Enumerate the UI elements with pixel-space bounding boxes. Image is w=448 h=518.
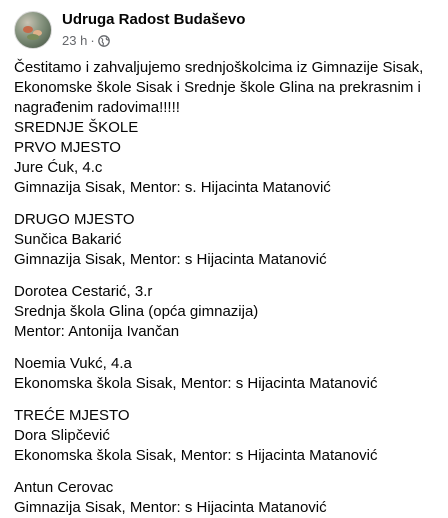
result-block: SREDNJE ŠKOLE PRVO MJESTO Jure Ćuk, 4.c … xyxy=(14,118,434,198)
post-body: Čestitamo i zahvaljujemo srednjoškolcima… xyxy=(14,58,434,518)
facebook-post: Udruga Radost Budaševo 23 h · Čestitamo … xyxy=(0,0,448,516)
student-name: Sunčica Bakarić xyxy=(14,231,122,248)
result-block: Noemia Vukć, 4.a Ekonomska škola Sisak, … xyxy=(14,354,434,394)
place-heading: DRUGO MJESTO xyxy=(14,211,135,228)
student-name: Jure Ćuk, 4.c xyxy=(14,159,103,176)
student-name: Noemia Vukć, 4.a xyxy=(14,355,132,372)
result-block: DRUGO MJESTO Sunčica Bakarić Gimnazija S… xyxy=(14,210,434,270)
result-block: TREĆE MJESTO Dora Slipčević Ekonomska šk… xyxy=(14,406,434,466)
meta-separator: · xyxy=(90,33,95,48)
place-heading: PRVO MJESTO xyxy=(14,139,121,156)
school-mentor: Ekonomska škola Sisak, Mentor: s Hijacin… xyxy=(14,447,378,464)
school-mentor: Ekonomska škola Sisak, Mentor: s Hijacin… xyxy=(14,375,378,392)
mentor-name: Mentor: Antonija Ivančan xyxy=(14,323,180,340)
result-block: Antun Cerovac Gimnazija Sisak, Mentor: s… xyxy=(14,478,434,518)
student-name: Dorotea Cestarić, 3.r xyxy=(14,283,153,300)
school-mentor: Gimnazija Sisak, Mentor: s Hijacinta Mat… xyxy=(14,251,327,268)
school-mentor: Gimnazija Sisak, Mentor: s. Hijacinta Ma… xyxy=(14,179,331,196)
globe-icon[interactable] xyxy=(97,34,110,47)
school-mentor: Gimnazija Sisak, Mentor: s Hijacinta Mat… xyxy=(14,499,327,516)
post-intro: Čestitamo i zahvaljujemo srednjoškolcima… xyxy=(14,59,424,116)
page-name-link[interactable]: Udruga Radost Budaševo xyxy=(62,11,245,28)
category-heading: SREDNJE ŠKOLE xyxy=(14,119,139,136)
post-timestamp[interactable]: 23 h xyxy=(62,33,87,48)
student-name: Dora Slipčević xyxy=(14,427,110,444)
page-avatar[interactable] xyxy=(14,11,52,49)
student-name: Antun Cerovac xyxy=(14,479,114,496)
place-heading: TREĆE MJESTO xyxy=(14,407,130,424)
post-meta: 23 h · xyxy=(62,33,110,48)
result-block: Dorotea Cestarić, 3.r Srednja škola Glin… xyxy=(14,282,434,342)
school-name: Srednja škola Glina (opća gimnazija) xyxy=(14,303,259,320)
